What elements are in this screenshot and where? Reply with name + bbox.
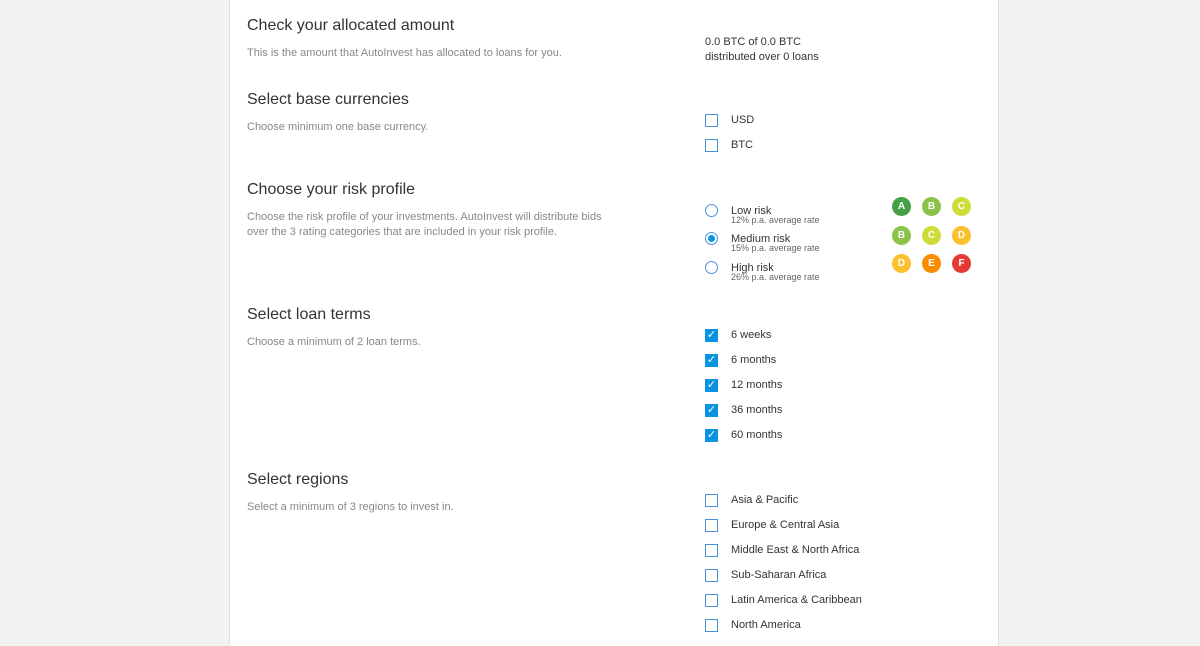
allocated-amount-line: 0.0 BTC of 0.0 BTC (705, 36, 801, 48)
base-currencies-description: Choose minimum one base currency. (247, 121, 429, 133)
europe-central-asia-checkbox[interactable] (705, 519, 718, 532)
usd-label: USD (731, 114, 755, 126)
risk-option-high[interactable]: High risk 26% p.a. average rate (705, 261, 885, 283)
region-options: Asia & Pacific Europe & Central Asia Mid… (705, 494, 955, 639)
rating-badge-a: A (892, 197, 911, 216)
allocated-amount-title: Check your allocated amount (247, 17, 455, 34)
europe-central-asia-label: Europe & Central Asia (731, 519, 840, 531)
6-weeks-label: 6 weeks (731, 329, 772, 341)
check-icon: ✓ (706, 404, 717, 416)
allocated-amount-value: 0.0 BTC of 0.0 BTC distributed over 0 lo… (705, 35, 819, 65)
36-months-label: 36 months (731, 404, 783, 416)
loan-terms-description: Choose a minimum of 2 loan terms. (247, 336, 421, 348)
60-months-label: 60 months (731, 429, 783, 441)
12-months-checkbox[interactable]: ✓ (705, 379, 718, 392)
asia-pacific-label: Asia & Pacific (731, 494, 799, 506)
check-icon: ✓ (706, 429, 717, 441)
risk-option-medium[interactable]: Medium risk 15% p.a. average rate (705, 232, 885, 254)
middle-east-north-africa-label: Middle East & North Africa (731, 544, 860, 556)
check-icon: ✓ (706, 329, 717, 341)
rating-badge-d: D (892, 254, 911, 273)
medium-risk-rate: 15% p.a. average rate (731, 243, 820, 253)
regions-description: Select a minimum of 3 regions to invest … (247, 501, 454, 513)
risk-options: Low risk 12% p.a. average rate Medium ri… (705, 197, 985, 284)
rating-badge-b: B (922, 197, 941, 216)
medium-risk-radio[interactable] (705, 232, 718, 245)
6-months-label: 6 months (731, 354, 777, 366)
high-risk-radio[interactable] (705, 261, 718, 274)
sub-saharan-africa-checkbox[interactable] (705, 569, 718, 582)
regions-title: Select regions (247, 471, 349, 488)
6-weeks-checkbox[interactable]: ✓ (705, 329, 718, 342)
latin-america-caribbean-checkbox[interactable] (705, 594, 718, 607)
latin-america-caribbean-label: Latin America & Caribbean (731, 594, 862, 606)
autoinvest-settings-panel: Check your allocated amount This is the … (229, 0, 999, 646)
allocated-loans-line: distributed over 0 loans (705, 51, 819, 63)
north-america-checkbox[interactable] (705, 619, 718, 632)
allocated-amount-description: This is the amount that AutoInvest has a… (247, 47, 562, 59)
risk-profile-description: Choose the risk profile of your investme… (247, 211, 602, 238)
asia-pacific-checkbox[interactable] (705, 494, 718, 507)
36-months-checkbox[interactable]: ✓ (705, 404, 718, 417)
middle-east-north-africa-checkbox[interactable] (705, 544, 718, 557)
6-months-checkbox[interactable]: ✓ (705, 354, 718, 367)
loan-term-options: ✓ 6 weeks ✓ 6 months ✓ 12 months ✓ 36 mo… (705, 329, 955, 449)
high-risk-rate: 26% p.a. average rate (731, 272, 820, 282)
low-risk-radio[interactable] (705, 204, 718, 217)
btc-checkbox[interactable] (705, 139, 718, 152)
check-icon: ✓ (706, 354, 717, 366)
check-icon: ✓ (706, 379, 717, 391)
risk-option-low[interactable]: Low risk 12% p.a. average rate (705, 204, 885, 226)
north-america-label: North America (731, 619, 801, 631)
rating-badge-c: C (952, 197, 971, 216)
rating-badge-c: C (922, 226, 941, 245)
rating-badge-e: E (922, 254, 941, 273)
currency-options: USD BTC (705, 114, 955, 159)
rating-badge-b: B (892, 226, 911, 245)
rating-badge-f: F (952, 254, 971, 273)
loan-terms-title: Select loan terms (247, 306, 371, 323)
60-months-checkbox[interactable]: ✓ (705, 429, 718, 442)
radio-selected-dot (708, 235, 715, 242)
risk-profile-title: Choose your risk profile (247, 181, 416, 198)
base-currencies-title: Select base currencies (247, 91, 409, 108)
btc-label: BTC (731, 139, 753, 151)
low-risk-rate: 12% p.a. average rate (731, 215, 820, 225)
12-months-label: 12 months (731, 379, 783, 391)
rating-badge-d: D (952, 226, 971, 245)
sub-saharan-africa-label: Sub-Saharan Africa (731, 569, 827, 581)
usd-checkbox[interactable] (705, 114, 718, 127)
